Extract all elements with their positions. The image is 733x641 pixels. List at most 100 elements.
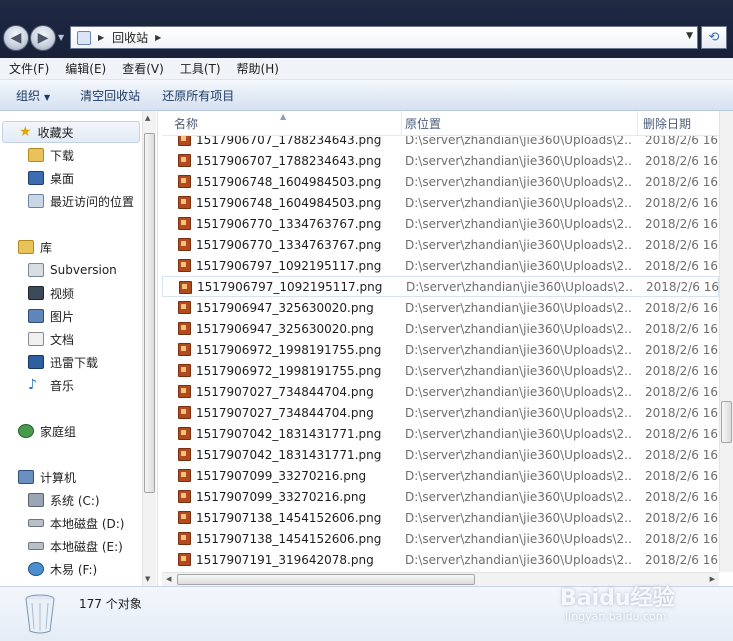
file-row[interactable]: 1517906748_1604984503.png D:\server\zhand… [162, 171, 719, 192]
menu-help[interactable]: 帮助(H) [230, 60, 286, 77]
file-row[interactable]: 1517906707_1788234643.png D:\server\zhand… [162, 150, 719, 171]
scroll-down-icon[interactable]: ▼ [145, 575, 150, 583]
file-row[interactable]: 1517906947_325630020.png D:\server\zhandi… [162, 318, 719, 339]
chevron-right-icon[interactable]: ▶ [98, 33, 104, 42]
file-row[interactable]: 1517907027_734844704.png D:\server\zhandi… [162, 381, 719, 402]
png-file-icon [178, 196, 191, 209]
png-file-icon [178, 427, 191, 440]
file-original-location: D:\server\zhandian\jie360\Uploads\2... [405, 321, 633, 336]
nav-pictures[interactable]: 图片 [28, 305, 74, 327]
nav-subversion[interactable]: Subversion [28, 259, 117, 281]
column-name[interactable]: 名称 [162, 111, 402, 136]
png-file-icon [178, 532, 191, 545]
column-original-location[interactable]: 原位置 [402, 111, 638, 136]
png-file-icon [178, 406, 191, 419]
file-row[interactable]: 1517907099_33270216.png D:\server\zhandia… [162, 486, 719, 507]
address-dropdown-icon[interactable]: ▼ [686, 31, 693, 41]
file-list-scrollbar[interactable] [719, 111, 733, 572]
menu-view[interactable]: 查看(V) [115, 60, 171, 77]
file-date-deleted: 2018/2/6 16: [645, 195, 719, 210]
nav-recent-places[interactable]: 最近访问的位置 [28, 190, 134, 212]
nav-music[interactable]: ♪ 音乐 [28, 374, 74, 396]
nav-homegroup[interactable]: 家庭组 [18, 420, 76, 442]
nav-computer[interactable]: 计算机 [18, 466, 76, 488]
nav-thunder-downloads[interactable]: 迅雷下载 [28, 351, 98, 373]
refresh-button[interactable]: ⟲ [701, 26, 727, 49]
file-date-deleted: 2018/2/6 16: [645, 489, 719, 504]
file-name: 1517906972_1998191755.png [196, 342, 382, 357]
nav-pictures-label: 图片 [50, 309, 75, 324]
file-row[interactable]: 1517906972_1998191755.png D:\server\zhand… [162, 360, 719, 381]
file-row[interactable]: 1517907191_319642078.png D:\server\zhandi… [162, 549, 719, 570]
column-header: ▲ 名称 原位置 删除日期 [162, 111, 719, 136]
file-row[interactable]: 1517906972_1998191755.png D:\server\zhand… [162, 339, 719, 360]
menu-tools[interactable]: 工具(T) [173, 60, 228, 77]
empty-recycle-bin-button[interactable]: 清空回收站 [72, 87, 148, 104]
file-row[interactable]: 1517907138_1454152606.png D:\server\zhand… [162, 528, 719, 549]
nav-desktop[interactable]: 桌面 [28, 167, 74, 189]
address-bar[interactable]: ▶ 回收站 ▶ ▼ [70, 26, 698, 49]
file-row[interactable]: 1517907027_734844704.png D:\server\zhandi… [162, 402, 719, 423]
menu-bar: 文件(F) 编辑(E) 查看(V) 工具(T) 帮助(H) [0, 58, 733, 80]
file-date-deleted: 2018/2/6 16: [645, 237, 719, 252]
nav-videos[interactable]: 视频 [28, 282, 74, 304]
chevron-down-icon: ▼ [44, 92, 51, 102]
scroll-right-icon[interactable]: ▶ [710, 575, 715, 583]
horizontal-scroll-thumb[interactable] [177, 574, 475, 585]
column-date-deleted[interactable]: 删除日期 [638, 111, 719, 136]
file-original-location: D:\server\zhandian\jie360\Uploads\2... [405, 216, 633, 231]
nav-drive-e[interactable]: 本地磁盘 (E:) [28, 535, 123, 557]
file-name: 1517906707_1788234643.png [196, 136, 382, 147]
file-row[interactable]: 1517907042_1831431771.png D:\server\zhand… [162, 444, 719, 465]
chevron-right-icon[interactable]: ▶ [155, 33, 161, 42]
documents-icon [28, 332, 44, 346]
file-row[interactable]: 1517907042_1831431771.png D:\server\zhand… [162, 423, 719, 444]
restore-all-button[interactable]: 还原所有项目 [154, 87, 242, 104]
file-row[interactable]: 1517907138_1454152606.png D:\server\zhand… [162, 507, 719, 528]
nav-scrollbar[interactable]: ▲ ▼ [142, 111, 156, 586]
menu-file[interactable]: 文件(F) [2, 60, 56, 77]
file-date-deleted: 2018/2/6 16: [645, 552, 719, 567]
file-original-location: D:\server\zhandian\jie360\Uploads\2... [405, 363, 633, 378]
drive-icon [28, 542, 44, 550]
file-date-deleted: 2018/2/6 16: [645, 153, 719, 168]
back-button[interactable]: ◀ [3, 25, 29, 51]
arrow-left-icon: ◀ [10, 30, 22, 46]
command-bar: 组织 ▼ 清空回收站 还原所有项目 [0, 80, 733, 111]
nav-documents[interactable]: 文档 [28, 328, 74, 350]
png-file-icon [178, 343, 191, 356]
file-row[interactable]: 1517906748_1604984503.png D:\server\zhand… [162, 192, 719, 213]
file-date-deleted: 2018/2/6 16: [645, 258, 719, 273]
nav-drive-d[interactable]: 本地磁盘 (D:) [28, 512, 124, 534]
png-file-icon [178, 154, 191, 167]
breadcrumb-recycle-bin[interactable]: 回收站 [112, 29, 148, 46]
menu-edit[interactable]: 编辑(E) [58, 60, 113, 77]
file-original-location: D:\server\zhandian\jie360\Uploads\2... [405, 258, 633, 273]
nav-favorites[interactable]: ★ 收藏夹 [2, 121, 140, 143]
file-date-deleted: 2018/2/6 16: [645, 363, 719, 378]
scroll-up-icon[interactable]: ▲ [145, 114, 150, 122]
nav-drive-f[interactable]: 木易 (F:) [28, 558, 97, 580]
file-list: 1517906707_1788234643.png D:\server\zhand… [162, 136, 719, 572]
organize-button[interactable]: 组织 ▼ [8, 87, 58, 104]
file-list-scroll-thumb[interactable] [721, 401, 732, 443]
file-original-location: D:\server\zhandian\jie360\Uploads\2... [405, 426, 633, 441]
file-original-location: D:\server\zhandian\jie360\Uploads\2... [405, 552, 633, 567]
nav-libraries[interactable]: 库 [18, 236, 52, 258]
file-date-deleted: 2018/2/6 16: [645, 216, 719, 231]
nav-drive-c[interactable]: 系统 (C:) [28, 489, 100, 511]
drive-icon [28, 519, 44, 527]
file-row[interactable]: 1517906947_325630020.png D:\server\zhandi… [162, 297, 719, 318]
forward-button[interactable]: ▶ [30, 25, 56, 51]
nav-scroll-thumb[interactable] [144, 133, 155, 493]
nav-downloads[interactable]: 下载 [28, 144, 74, 166]
file-row[interactable]: 1517906770_1334763767.png D:\server\zhand… [162, 234, 719, 255]
file-row[interactable]: 1517906707_1788234643.png D:\server\zhand… [162, 136, 719, 150]
recent-pages-dropdown[interactable]: ▼ [58, 33, 67, 42]
file-row[interactable]: 1517907099_33270216.png D:\server\zhandia… [162, 465, 719, 486]
scroll-left-icon[interactable]: ◀ [166, 575, 171, 583]
download-folder-icon [28, 148, 44, 162]
file-row[interactable]: 1517906797_1092195117.png D:\server\zhand… [162, 276, 719, 297]
file-row[interactable]: 1517906770_1334763767.png D:\server\zhand… [162, 213, 719, 234]
file-row[interactable]: 1517906797_1092195117.png D:\server\zhand… [162, 255, 719, 276]
